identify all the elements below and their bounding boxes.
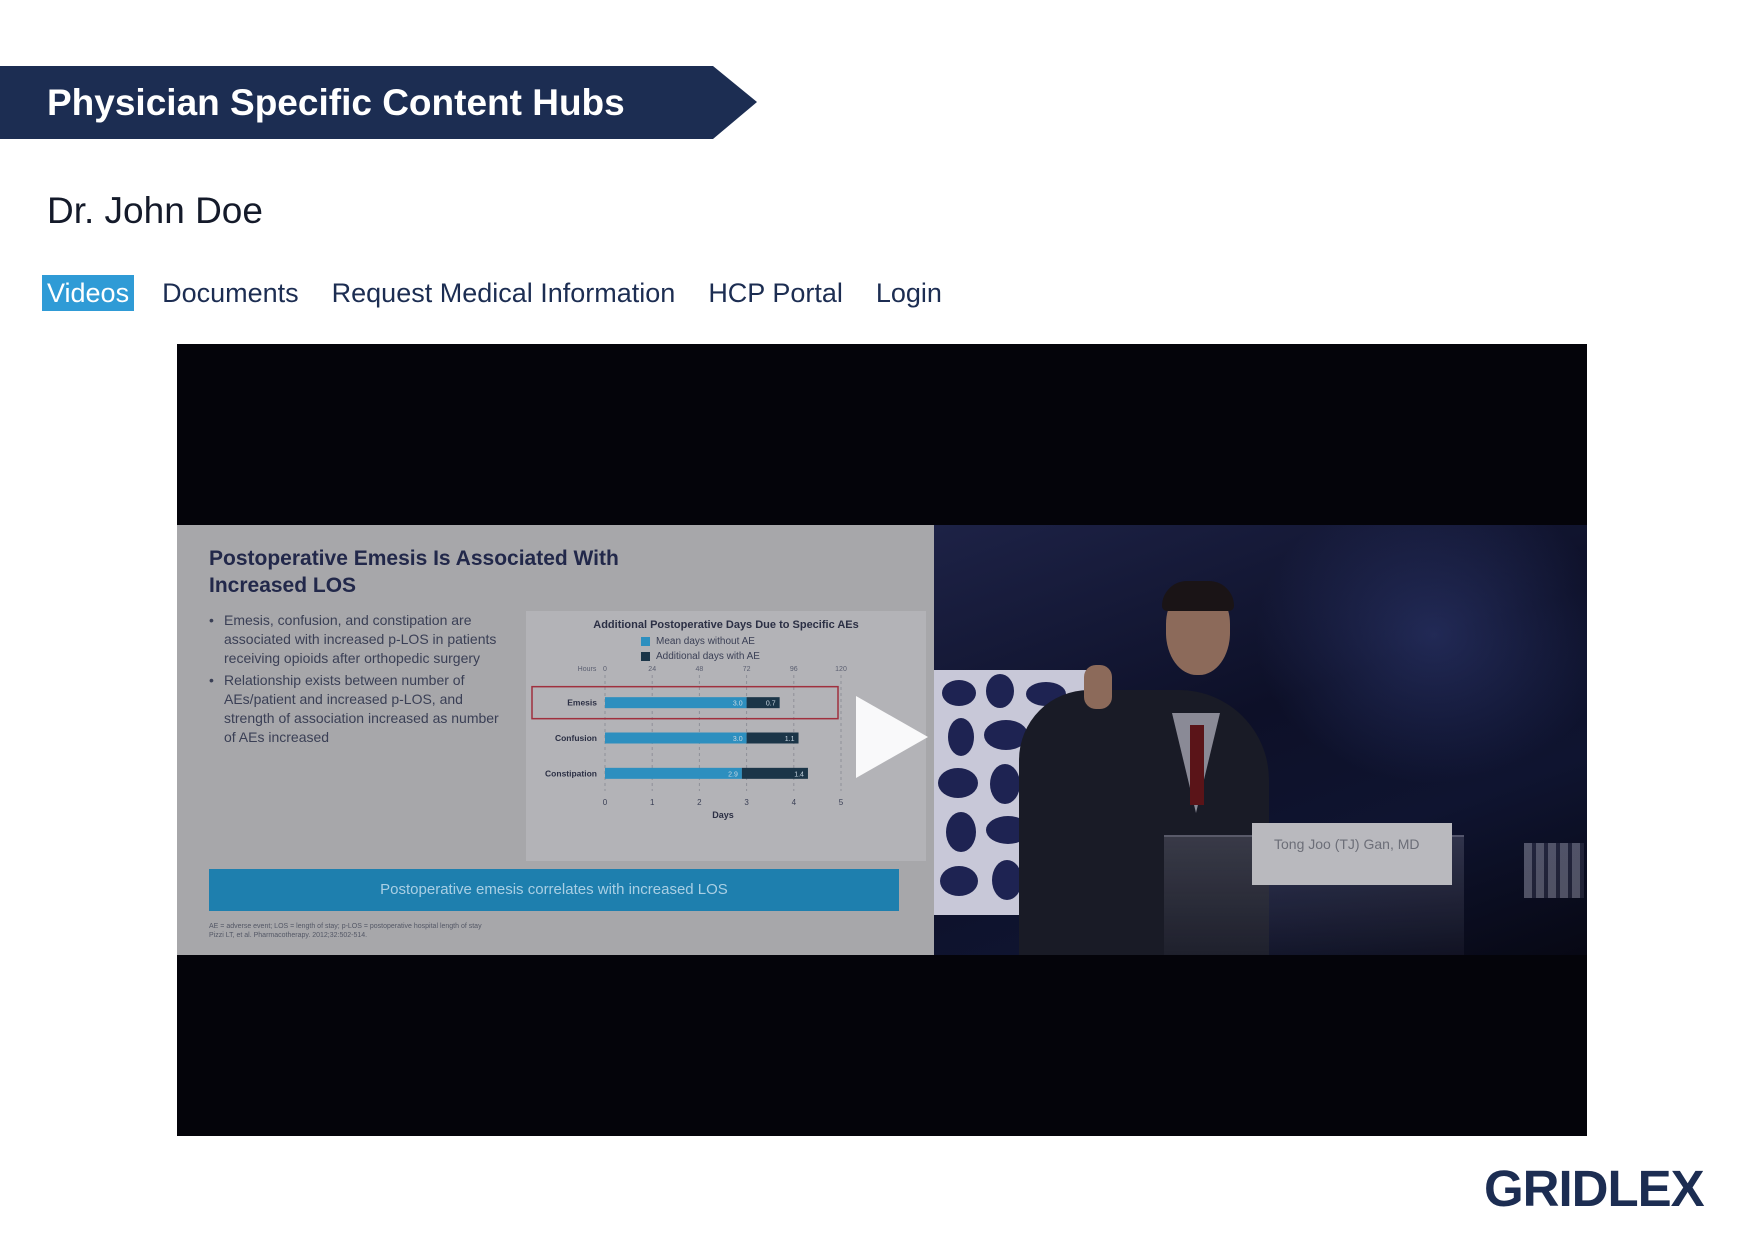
x-axis-label: Days — [712, 810, 734, 820]
tab-request-medical-information[interactable]: Request Medical Information — [327, 275, 681, 311]
category-label: Emesis — [567, 698, 597, 708]
content-tabs: Videos Documents Request Medical Informa… — [42, 275, 970, 311]
x-tick-label: 0 — [603, 798, 608, 807]
bar-segment — [605, 697, 747, 709]
slide-bullet: Relationship exists between number of AE… — [209, 671, 509, 747]
category-label: Constipation — [545, 768, 597, 778]
slide-bullets: Emesis, confusion, and constipation are … — [209, 611, 509, 750]
play-icon[interactable] — [844, 690, 938, 784]
speaker-nameplate: Tong Joo (TJ) Gan, MD — [1252, 823, 1452, 885]
logo-text: GRIDLEX — [1484, 1160, 1705, 1217]
secondary-tick-label: 120 — [835, 666, 847, 673]
secondary-axis-label: Hours — [578, 666, 597, 673]
speaker-tie — [1190, 725, 1204, 805]
doctor-name: Dr. John Doe — [47, 190, 263, 231]
x-tick-label: 4 — [792, 798, 797, 807]
data-label: 0.7 — [766, 701, 776, 708]
data-label: 2.9 — [728, 771, 738, 778]
video-player[interactable]: Postoperative Emesis Is Associated With … — [177, 344, 1587, 1136]
slide-footnote: AE = adverse event; LOS = length of stay… — [209, 922, 482, 940]
stage-scene: Tong Joo (TJ) Gan, MD — [934, 525, 1587, 955]
bar-segment — [605, 732, 747, 744]
speaker-hand — [1084, 665, 1112, 709]
secondary-tick-label: 48 — [696, 666, 704, 673]
slide-title: Postoperative Emesis Is Associated With … — [209, 547, 619, 597]
tab-videos[interactable]: Videos — [42, 275, 135, 311]
category-label: Confusion — [555, 733, 597, 743]
presentation-slide: Postoperative Emesis Is Associated With … — [177, 525, 934, 955]
footnote-line: AE = adverse event; LOS = length of stay… — [209, 923, 482, 930]
page-title: Physician Specific Content Hubs — [47, 82, 625, 123]
secondary-tick-label: 24 — [648, 666, 656, 673]
x-tick-label: 5 — [839, 798, 844, 807]
stage-light — [1254, 525, 1587, 785]
secondary-tick-label: 96 — [790, 666, 798, 673]
x-tick-label: 1 — [650, 798, 655, 807]
slide-callout: Postoperative emesis correlates with inc… — [209, 869, 899, 911]
x-tick-label: 3 — [744, 798, 749, 807]
gridlex-logo: GRIDLEX — [1484, 1163, 1705, 1214]
speaker-hair — [1162, 581, 1234, 611]
nameplate-text: Tong Joo (TJ) Gan, MD — [1274, 836, 1420, 852]
data-label: 3.0 — [733, 736, 743, 743]
water-glasses — [1524, 843, 1584, 898]
slide-bullet: Emesis, confusion, and constipation are … — [209, 611, 509, 668]
secondary-tick-label: 0 — [603, 666, 607, 673]
tab-documents[interactable]: Documents — [157, 275, 304, 311]
data-label: 1.4 — [794, 771, 804, 778]
data-label: 1.1 — [785, 736, 795, 743]
tab-login[interactable]: Login — [871, 275, 947, 311]
bar-segment — [605, 767, 742, 779]
tab-hcp-portal[interactable]: HCP Portal — [703, 275, 848, 311]
secondary-tick-label: 72 — [743, 666, 751, 673]
x-tick-label: 2 — [697, 798, 702, 807]
data-label: 3.0 — [733, 701, 743, 708]
footnote-line: Pizzi LT, et al. Pharmacotherapy. 2012;3… — [209, 932, 368, 939]
